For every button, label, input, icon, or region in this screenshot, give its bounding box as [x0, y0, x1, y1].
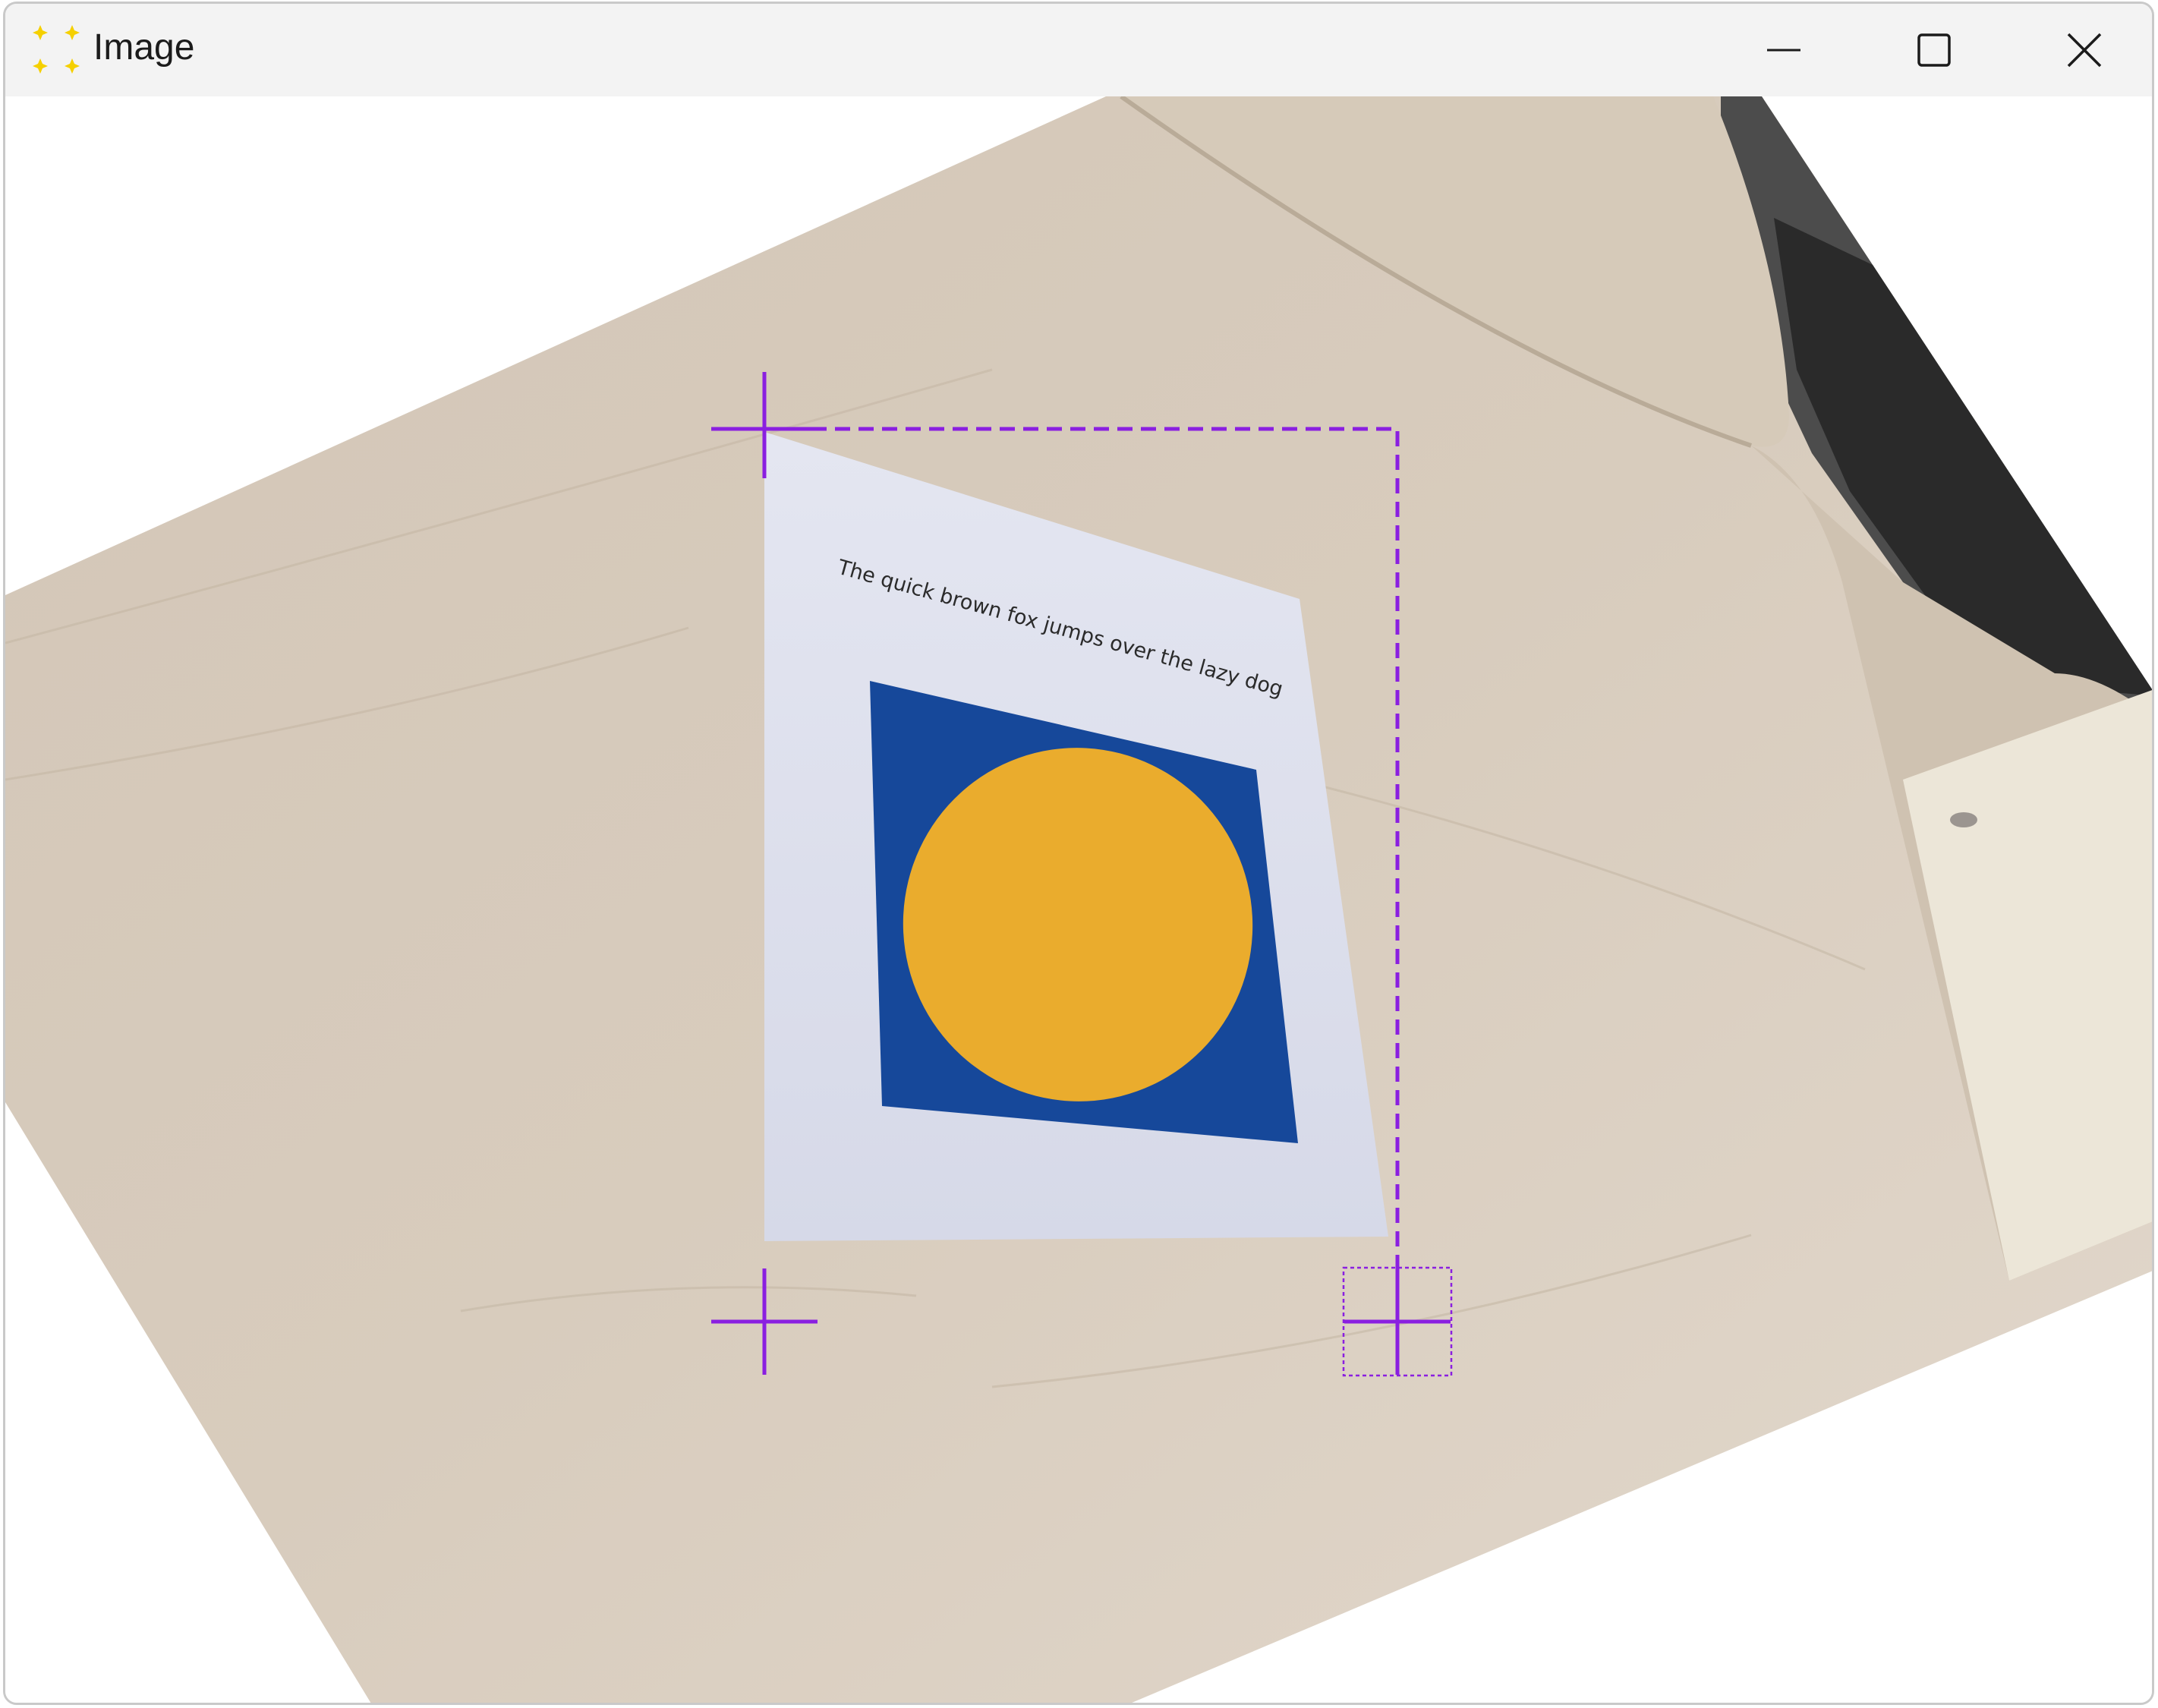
maximize-button[interactable]	[1862, 4, 2006, 96]
four-yellow-dots-icon	[33, 25, 80, 74]
photo-canvas[interactable]: The quick brown fox jumps over the lazy …	[5, 96, 2152, 1703]
maximize-icon	[1917, 33, 1951, 67]
title-bar[interactable]: Image	[5, 4, 2152, 96]
close-icon	[2067, 33, 2102, 68]
image-canvas[interactable]: The quick brown fox jumps over the lazy …	[5, 96, 2152, 1703]
window-title: Image	[93, 27, 195, 68]
image-window: Image The quick brown fox jumps over the…	[3, 2, 2154, 1705]
close-button[interactable]	[2012, 4, 2152, 96]
minimize-button[interactable]	[1712, 4, 1856, 96]
minimize-icon	[1767, 49, 1800, 52]
